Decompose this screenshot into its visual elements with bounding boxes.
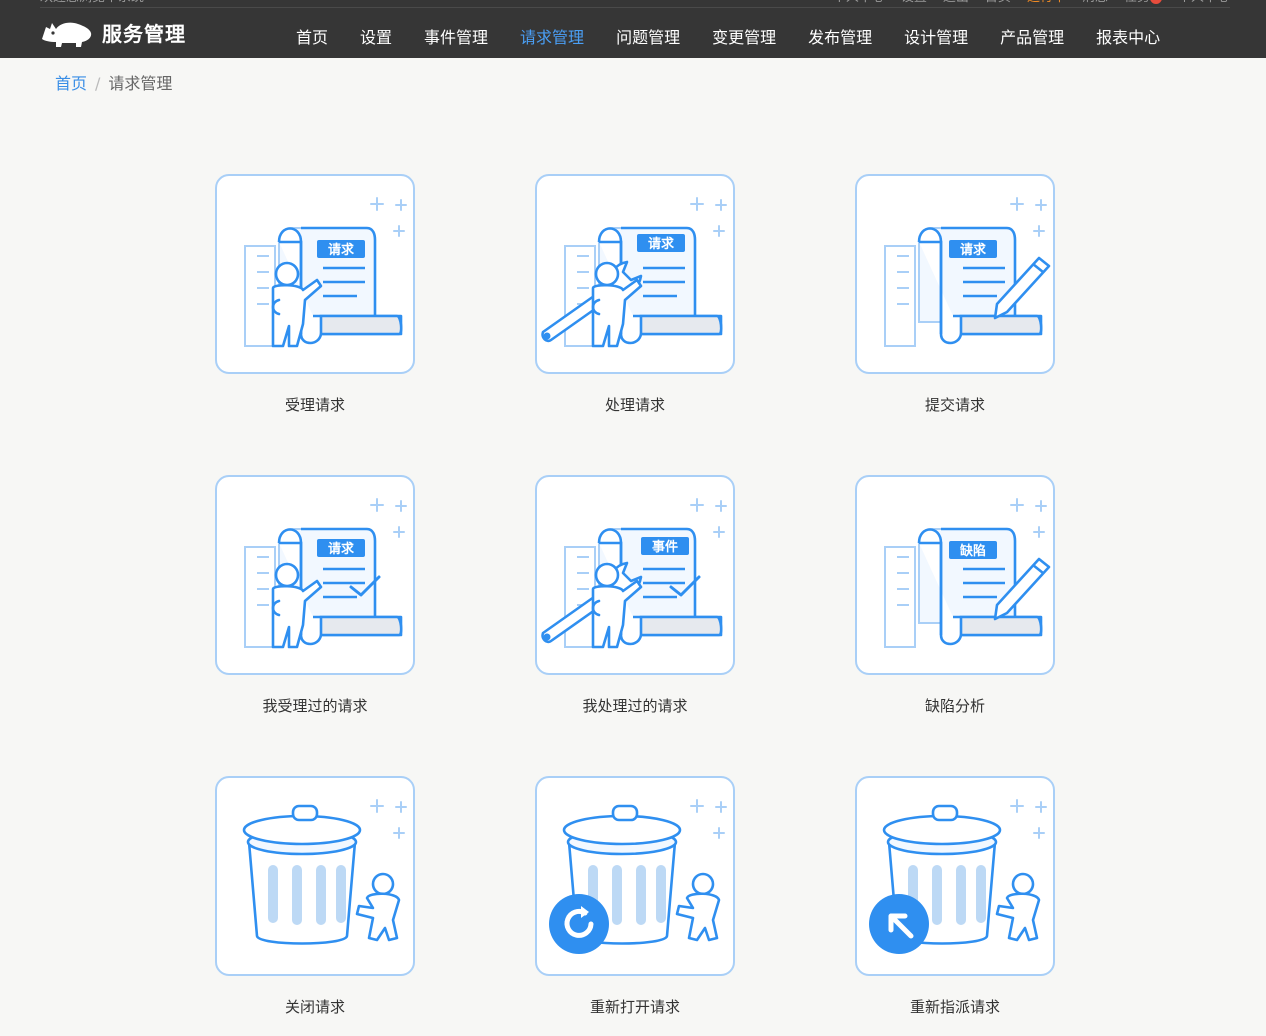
- document-person-check-icon: 请求: [244, 498, 407, 649]
- badge-text: 请求: [960, 242, 987, 258]
- top-navigation-bar: 欢迎您浏览本系统 个人中心 设置 退出 首页 运行中 消息 任务 个人中心 服务…: [0, 0, 1266, 58]
- app-title: 服务管理: [102, 21, 186, 46]
- document-wrench-check-icon: 事件: [541, 498, 727, 649]
- document-pen-icon: 缺陷: [884, 498, 1051, 648]
- tile-close-request[interactable]: 关闭请求: [215, 776, 415, 1017]
- document-person-icon: 请求: [244, 197, 407, 348]
- tile-reassign-request[interactable]: 重新指派请求: [855, 776, 1055, 1017]
- nav-item-release[interactable]: 发布管理: [792, 27, 888, 49]
- tile-my-processed-requests[interactable]: 事件 我处理过的请求: [535, 475, 735, 716]
- tile-icon-box[interactable]: [855, 776, 1055, 976]
- tile-label[interactable]: 处理请求: [535, 395, 735, 415]
- tile-label[interactable]: 提交请求: [855, 395, 1055, 415]
- breadcrumb-separator: /: [95, 74, 101, 93]
- nav-item-design[interactable]: 设计管理: [888, 27, 984, 49]
- tile-icon-box[interactable]: 缺陷: [855, 475, 1055, 675]
- tile-label[interactable]: 受理请求: [215, 395, 415, 415]
- nav-item-incident[interactable]: 事件管理: [408, 27, 504, 49]
- tile-icon-box[interactable]: 请求: [215, 475, 415, 675]
- tile-process-request[interactable]: 请求 处理请求: [535, 174, 735, 415]
- trash-person-icon: [217, 799, 407, 974]
- header-divider: [40, 7, 1230, 8]
- breadcrumb-home[interactable]: 首页: [55, 74, 87, 93]
- tile-icon-box[interactable]: 事件: [535, 475, 735, 675]
- trash-reassign-icon: [869, 799, 1047, 954]
- badge-text: 请求: [328, 541, 355, 557]
- tile-defect-analysis[interactable]: 缺陷 缺陷分析: [855, 475, 1055, 716]
- tile-my-accepted-requests[interactable]: 请求 我受理过的请求: [215, 475, 415, 716]
- tile-label[interactable]: 我受理过的请求: [215, 696, 415, 716]
- tile-label[interactable]: 缺陷分析: [855, 696, 1055, 716]
- trash-reopen-icon: [549, 799, 727, 954]
- app-logo[interactable]: 服务管理: [40, 17, 186, 47]
- nav-item-product[interactable]: 产品管理: [984, 27, 1080, 49]
- rhino-logo-icon: [42, 22, 92, 47]
- breadcrumb: 首页 / 请求管理: [55, 74, 172, 94]
- nav-item-change[interactable]: 变更管理: [696, 27, 792, 49]
- tile-reopen-request[interactable]: 重新打开请求: [535, 776, 735, 1017]
- breadcrumb-current: 请求管理: [108, 74, 173, 93]
- nav-item-settings[interactable]: 设置: [344, 27, 408, 49]
- nav-item-home[interactable]: 首页: [280, 27, 344, 49]
- badge-text: 缺陷: [959, 543, 986, 559]
- tile-label[interactable]: 重新打开请求: [535, 997, 735, 1017]
- document-pen-icon: 请求: [884, 197, 1051, 347]
- document-wrench-icon: 请求: [541, 197, 727, 348]
- tile-label[interactable]: 我处理过的请求: [535, 696, 735, 716]
- tile-icon-box[interactable]: [535, 776, 735, 976]
- nav-item-request[interactable]: 请求管理: [504, 27, 600, 49]
- badge-text: 请求: [328, 242, 355, 258]
- main-nav: 首页 设置 事件管理 请求管理 问题管理 变更管理 发布管理 设计管理 产品管理…: [280, 27, 1176, 49]
- tile-label[interactable]: 关闭请求: [215, 997, 415, 1017]
- tile-icon-box[interactable]: [215, 776, 415, 976]
- notification-dot-icon: [1149, 0, 1162, 4]
- tile-icon-box[interactable]: 请求: [535, 174, 735, 374]
- badge-text: 事件: [652, 539, 678, 555]
- tile-icon-box[interactable]: 请求: [215, 174, 415, 374]
- nav-item-problem[interactable]: 问题管理: [600, 27, 696, 49]
- badge-text: 请求: [648, 236, 675, 252]
- tile-label[interactable]: 重新指派请求: [855, 997, 1055, 1017]
- tile-submit-request[interactable]: 请求 提交请求: [855, 174, 1055, 415]
- tile-icon-box[interactable]: 请求: [855, 174, 1055, 374]
- tile-accept-request[interactable]: 请求 受理请求: [215, 174, 415, 415]
- nav-item-reports[interactable]: 报表中心: [1080, 27, 1176, 49]
